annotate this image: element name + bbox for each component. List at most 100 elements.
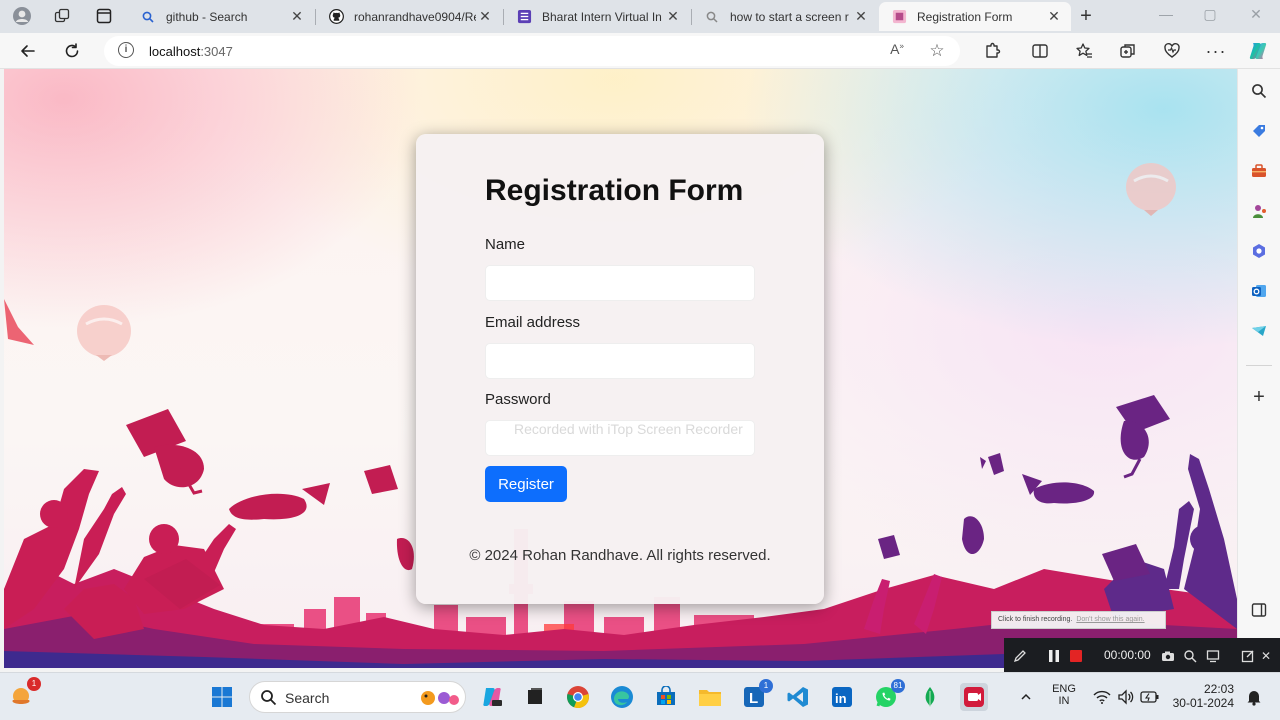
store-icon[interactable] xyxy=(652,683,680,711)
edge-icon[interactable] xyxy=(608,683,636,711)
screen-recorder-toolbar: 00:00:00 ✕ xyxy=(1004,638,1280,674)
notification-bell-icon[interactable] xyxy=(1240,683,1268,711)
new-tab-icon[interactable]: + xyxy=(1072,4,1100,28)
screen-icon[interactable] xyxy=(1205,648,1221,664)
drop-icon[interactable] xyxy=(1249,321,1269,341)
balloon-right xyxy=(1126,163,1176,216)
copyright-footer: © 2024 Rohan Randhave. All rights reserv… xyxy=(469,547,771,564)
tab-registration-form[interactable]: Registration Form ✕ xyxy=(879,2,1071,31)
close-window-icon[interactable]: ✕ xyxy=(1236,6,1276,26)
register-button[interactable]: Register xyxy=(485,466,567,502)
shopping-tag-icon[interactable] xyxy=(1249,121,1269,141)
tab-github-search[interactable]: github - Search ✕ xyxy=(128,2,314,31)
language-indicator[interactable]: ENG IN xyxy=(1048,683,1080,707)
tab-strip: github - Search ✕ rohanrandhave0904/Re ✕… xyxy=(0,0,1280,33)
copilot-preview-icon[interactable] xyxy=(478,683,506,711)
camera-icon[interactable] xyxy=(1160,648,1176,664)
browser-essentials-icon[interactable] xyxy=(1158,38,1186,64)
whatsapp-badge: 81 xyxy=(891,679,905,693)
split-screen-icon[interactable] xyxy=(1026,38,1054,64)
battery-icon[interactable] xyxy=(1136,683,1164,711)
tab-github-repo[interactable]: rohanrandhave0904/Re ✕ xyxy=(316,2,502,31)
add-sidebar-item-icon[interactable]: + xyxy=(1249,386,1269,408)
stop-recording-icon[interactable] xyxy=(1068,648,1084,664)
sidebar-toggle-icon[interactable] xyxy=(1249,600,1269,620)
close-tab-icon[interactable]: ✕ xyxy=(664,8,682,25)
linkedin-icon[interactable]: in xyxy=(828,683,856,711)
profile-icon[interactable] xyxy=(8,4,36,28)
name-input[interactable] xyxy=(485,265,755,301)
mongodb-icon[interactable] xyxy=(916,683,944,711)
outlook-icon[interactable] xyxy=(1249,281,1269,301)
password-label: Password xyxy=(485,391,551,408)
tab-title: github - Search xyxy=(166,9,248,24)
weather-icon[interactable]: 1 xyxy=(8,677,41,709)
search-icon xyxy=(704,9,720,25)
copilot-icon[interactable] xyxy=(1244,38,1272,64)
search-placeholder: Search xyxy=(285,690,330,706)
svg-text:in: in xyxy=(835,691,847,706)
close-tab-icon[interactable]: ✕ xyxy=(288,8,306,25)
workspaces-icon[interactable] xyxy=(48,4,76,28)
tab-title: how to start a screen r xyxy=(730,9,849,24)
address-bar[interactable]: i localhost:3047 A» ☆ xyxy=(104,36,960,66)
microsoft-365-icon[interactable] xyxy=(1249,241,1269,261)
edit-icon[interactable] xyxy=(1240,648,1256,664)
outlook-badge: 1 xyxy=(759,679,773,693)
close-tab-icon[interactable]: ✕ xyxy=(476,8,494,25)
zoom-icon[interactable] xyxy=(1182,648,1198,664)
collections-icon[interactable] xyxy=(1114,38,1142,64)
more-options-icon[interactable]: ··· xyxy=(1202,38,1230,64)
url-text[interactable]: localhost:3047 xyxy=(149,44,233,59)
favorites-icon[interactable] xyxy=(1070,38,1098,64)
games-icon[interactable] xyxy=(1249,201,1269,221)
whatsapp-icon[interactable]: 81 xyxy=(872,679,905,711)
clock[interactable]: 22:03 30-01-2024 xyxy=(1172,682,1234,710)
tools-icon[interactable] xyxy=(1249,161,1269,181)
file-explorer-icon[interactable] xyxy=(696,683,724,711)
vscode-icon[interactable] xyxy=(784,683,812,711)
pause-icon[interactable] xyxy=(1046,648,1062,664)
refresh-icon[interactable] xyxy=(58,38,86,64)
balloon-left xyxy=(77,305,131,361)
read-aloud-icon[interactable]: A» xyxy=(886,41,908,61)
task-view-icon[interactable] xyxy=(521,683,549,711)
chevron-up-icon[interactable] xyxy=(1012,683,1040,711)
registration-card: Registration Form Name Email address Pas… xyxy=(416,134,824,604)
outlook-app-icon[interactable]: L 1 xyxy=(740,679,773,711)
search-icon[interactable] xyxy=(1249,81,1269,101)
svg-text:L: L xyxy=(749,690,758,707)
maximize-icon[interactable]: ▢ xyxy=(1190,6,1230,26)
close-tab-icon[interactable]: ✕ xyxy=(852,8,870,25)
close-recorder-icon[interactable]: ✕ xyxy=(1258,648,1274,664)
pen-icon[interactable] xyxy=(1012,648,1028,664)
itop-recorder-icon[interactable] xyxy=(960,683,988,711)
back-icon[interactable] xyxy=(14,38,42,64)
clock-date: 30-01-2024 xyxy=(1172,696,1234,710)
vertical-tabs-icon[interactable] xyxy=(90,4,118,28)
close-tab-icon[interactable]: ✕ xyxy=(1045,8,1063,25)
tab-title: rohanrandhave0904/Re xyxy=(354,9,476,24)
recorder-hint-text: Click to finish recording. xyxy=(998,616,1073,623)
email-input[interactable] xyxy=(485,343,755,379)
search-highlight-icon xyxy=(421,691,459,705)
page-viewport: Registration Form Name Email address Pas… xyxy=(4,69,1237,668)
dont-show-again-link[interactable]: Don't show this again. xyxy=(1076,616,1144,623)
recording-timer: 00:00:00 xyxy=(1104,648,1151,662)
info-icon[interactable]: i xyxy=(118,42,134,58)
windows-taskbar: 1 Search L 1 in 81 ENG IN 22:03 30-01-20… xyxy=(0,672,1280,720)
email-label: Email address xyxy=(485,314,581,331)
clock-time: 22:03 xyxy=(1203,682,1234,696)
tab-bharat-intern[interactable]: Bharat Intern Virtual In ✕ xyxy=(504,2,690,31)
extensions-icon[interactable] xyxy=(978,38,1006,64)
search-icon xyxy=(261,690,277,706)
tab-screen-recorder-search[interactable]: how to start a screen r ✕ xyxy=(692,2,878,31)
taskbar-search-box[interactable]: Search xyxy=(249,681,466,713)
tab-title: Bharat Intern Virtual In xyxy=(542,9,662,24)
favorite-star-icon[interactable]: ☆ xyxy=(926,41,948,61)
windows-start-icon[interactable] xyxy=(208,683,236,711)
recorder-watermark: Recorded with iTop Screen Recorder xyxy=(514,421,743,437)
tab-title: Registration Form xyxy=(917,9,1013,24)
chrome-icon[interactable] xyxy=(564,683,592,711)
minimize-icon[interactable]: — xyxy=(1146,6,1186,26)
